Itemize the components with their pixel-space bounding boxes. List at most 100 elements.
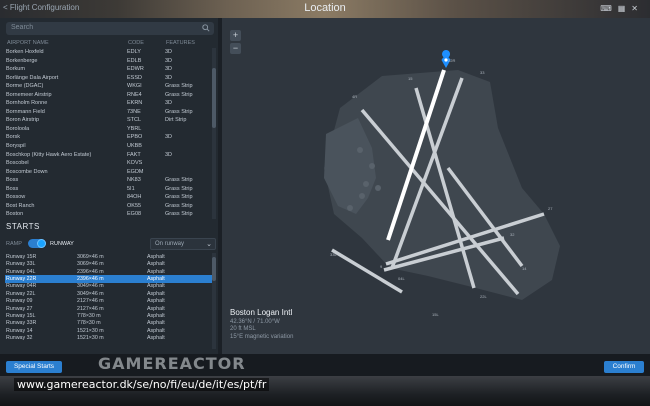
airport-name-cell: Borme (DGAC) xyxy=(6,83,44,90)
airport-row[interactable]: Boroloola YBRL xyxy=(5,125,212,134)
airport-row[interactable]: Borkum EDWR 3D xyxy=(5,65,212,74)
runway-row[interactable]: Runway 15L 778×30 m Asphalt xyxy=(5,312,212,319)
runway-row[interactable]: Runway 15R 3069×46 m Asphalt xyxy=(5,253,212,260)
runway-size-cell: 778×30 m xyxy=(77,320,101,327)
airport-row[interactable]: Boscobel KOVS xyxy=(5,159,212,168)
airport-code-cell: KOVS xyxy=(127,160,143,167)
airport-row[interactable]: Borme (DGAC) WKGI Grass Strip xyxy=(5,82,212,91)
runway-row[interactable]: Runway 14 1521×30 m Asphalt xyxy=(5,327,212,334)
airport-name-cell: Bornemeer Airstrip xyxy=(6,91,52,98)
airport-name-cell: Boss xyxy=(6,185,19,192)
airport-name-cell: Boss xyxy=(6,177,19,184)
airport-features-cell: Grass Strip xyxy=(165,185,193,192)
close-icon[interactable]: ✕ xyxy=(631,4,644,13)
airport-features-cell: Grass Strip xyxy=(165,177,193,184)
airport-code-cell: EGDM xyxy=(127,168,144,175)
col-airport-name[interactable]: AIRPORT NAME xyxy=(7,40,49,46)
runway-end-label: 33L xyxy=(330,252,337,257)
runway-row[interactable]: Runway 04L 2396×46 m Asphalt xyxy=(5,268,212,275)
runway-surface-cell: Asphalt xyxy=(147,290,165,297)
runway-row[interactable]: Runway 22R 2396×46 m Asphalt xyxy=(5,275,212,283)
col-code[interactable]: CODE xyxy=(128,40,144,46)
runway-size-cell: 3069×46 m xyxy=(77,253,104,260)
runway-surface-cell: Asphalt xyxy=(147,298,165,305)
airport-map[interactable]: + − 22R 33 15 4R 22L 27 9 32 14 04L 33L … xyxy=(222,18,650,354)
search-input[interactable]: Search xyxy=(6,22,214,35)
airport-code-cell: OK55 xyxy=(127,202,142,209)
scroll-thumb[interactable] xyxy=(212,68,216,128)
airport-name-cell: Borken Hoxfeld xyxy=(6,49,44,55)
airport-name-cell: Boroloola xyxy=(6,125,30,132)
keyboard-icon[interactable]: ⌨ xyxy=(600,4,618,13)
runway-row[interactable]: Runway 33R 778×30 m Asphalt xyxy=(5,320,212,327)
airport-code-cell: EPBO xyxy=(127,134,143,141)
airport-name-cell: Borsk xyxy=(6,134,21,141)
airport-row[interactable]: Borlänge Dala Airport ESSD 3D xyxy=(5,74,212,83)
airport-row[interactable]: Boss NK83 Grass Strip xyxy=(5,176,212,185)
start-filter-dropdown[interactable]: On runway ⌄ xyxy=(150,238,216,250)
runway-surface-cell: Asphalt xyxy=(147,327,165,334)
runway-row[interactable]: Runway 09 2127×46 m Asphalt xyxy=(5,297,212,304)
runway-name-cell: Runway 33R xyxy=(6,320,37,327)
airport-row[interactable]: Bornmann Field 73NE Grass Strip xyxy=(5,108,212,117)
runway-name-cell: Runway 27 xyxy=(6,305,33,312)
airport-row[interactable]: Borkenberge EDLB 3D xyxy=(5,57,212,66)
airport-row[interactable]: Bost Ranch OK55 Grass Strip xyxy=(5,202,212,211)
airport-features-cell: Grass Strip xyxy=(165,108,193,115)
runway-row[interactable]: Runway 32 1521×30 m Asphalt xyxy=(5,334,212,341)
left-panel: Search AIRPORT NAME CODE FEATURES Borken… xyxy=(0,18,218,354)
runway-end-label: 22L xyxy=(480,294,487,299)
airport-name-cell: Boron Airstrip xyxy=(6,117,40,124)
airport-list-scrollbar[interactable] xyxy=(212,48,216,219)
airport-features-cell: Grass Strip xyxy=(165,194,193,201)
airport-name-cell: Borkum xyxy=(6,66,25,73)
runway-end-label: 33 xyxy=(480,70,485,75)
airport-row[interactable]: Borsk EPBO 3D xyxy=(5,133,212,142)
runway-row[interactable]: Runway 27 2127×46 m Asphalt xyxy=(5,305,212,312)
runway-row[interactable]: Runway 33L 3069×46 m Asphalt xyxy=(5,260,212,267)
runway-surface-cell: Asphalt xyxy=(147,261,165,268)
runway-end-label: 22R xyxy=(448,58,455,63)
airport-coords: 42.36°N / 71.00°W xyxy=(230,318,280,325)
airport-row[interactable]: Bornemeer Airstrip RNE4 Grass Strip xyxy=(5,91,212,100)
special-starts-button[interactable]: Special Starts xyxy=(6,361,62,373)
airport-features-cell: Grass Strip xyxy=(165,202,193,209)
search-placeholder: Search xyxy=(11,24,34,31)
grid-icon[interactable]: ▦ xyxy=(618,4,632,13)
ramp-runway-toggle[interactable] xyxy=(28,239,46,248)
confirm-button[interactable]: Confirm xyxy=(604,361,644,373)
runway-end-label: 15L xyxy=(432,312,439,317)
airport-name: Boston Logan Intl xyxy=(230,308,293,317)
runway-end-label: 4R xyxy=(352,94,357,99)
runway-end-label: 04L xyxy=(398,276,405,281)
airport-features-cell: Grass Strip xyxy=(165,211,193,218)
runway-surface-cell: Asphalt xyxy=(147,275,165,282)
airport-row[interactable]: Boschkop (Kitty Hawk Aero Estate) FAKT 3D xyxy=(5,151,212,160)
runway-surface-cell: Asphalt xyxy=(147,268,165,275)
airport-code-cell: FAKT xyxy=(127,151,141,158)
watermark-logo: GAMEREACTOR xyxy=(98,354,246,373)
airport-features-cell: Grass Strip xyxy=(165,91,193,98)
airport-row[interactable]: Boss 5I1 Grass Strip xyxy=(5,185,212,194)
top-bar: < Flight Configuration Location ⌨▦✕ xyxy=(0,0,650,18)
runway-end-label: 9 xyxy=(380,264,383,269)
ramp-label: RAMP xyxy=(6,241,22,247)
airport-row[interactable]: Bossow 84OH Grass Strip xyxy=(5,193,212,202)
runway-name-cell: Runway 15R xyxy=(6,253,37,260)
airport-row[interactable]: Boscombe Down EGDM xyxy=(5,168,212,177)
airport-row[interactable]: Boryspil UKBB xyxy=(5,142,212,151)
runway-row[interactable]: Runway 04R 3049×46 m Asphalt xyxy=(5,283,212,290)
scroll-thumb[interactable] xyxy=(212,257,216,281)
runway-row[interactable]: Runway 22L 3049×46 m Asphalt xyxy=(5,290,212,297)
runway-list-scrollbar[interactable] xyxy=(212,253,216,349)
airport-table-header: AIRPORT NAME CODE FEATURES xyxy=(6,39,214,48)
airport-elevation: 20 ft MSL xyxy=(230,326,256,332)
airport-row[interactable]: Boston EG08 Grass Strip xyxy=(5,210,212,219)
airport-row[interactable]: Boron Airstrip STCL Dirt Strip xyxy=(5,116,212,125)
airport-code-cell: 73NE xyxy=(127,108,141,115)
runway-name-cell: Runway 22R xyxy=(6,275,37,282)
col-features[interactable]: FEATURES xyxy=(166,40,195,46)
airport-row[interactable]: Bornholm Ronne EKRN 3D xyxy=(5,99,212,108)
airport-row[interactable]: Borken Hoxfeld EDLY 3D xyxy=(5,48,212,57)
airport-features-cell: 3D xyxy=(165,57,173,64)
